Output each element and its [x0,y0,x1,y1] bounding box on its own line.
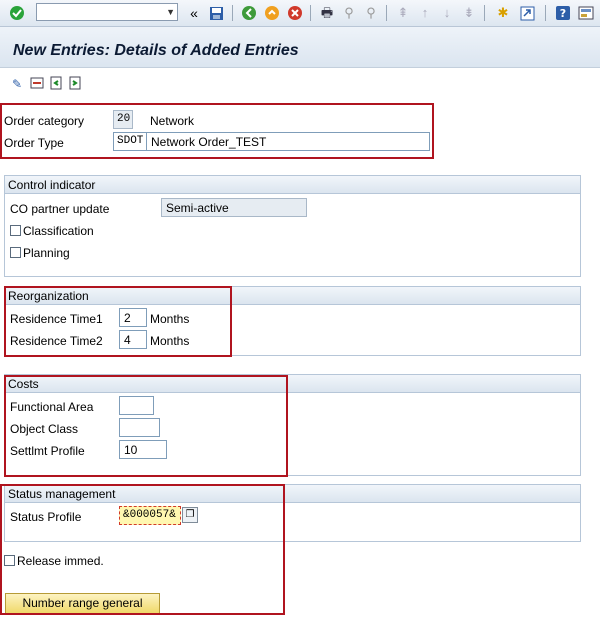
planning-checkbox[interactable] [10,247,21,258]
highlight-box-status [0,484,285,615]
next-page-icon[interactable]: ↓ [438,4,456,22]
prev-page-icon[interactable]: ↑ [416,4,434,22]
classification-checkbox[interactable] [10,225,21,236]
toolbar-separator [484,5,485,21]
svg-text:?: ? [560,7,566,20]
new-session-icon[interactable]: ✱ [494,4,512,22]
control-indicator-header: Control indicator [5,176,580,194]
previous-entry-icon[interactable] [48,76,64,92]
double-left-icon[interactable]: « [185,4,203,22]
control-indicator-title: Control indicator [8,178,96,192]
toolbar-separator [310,5,311,21]
find-icon[interactable]: ⚲ [340,4,358,22]
next-entry-icon[interactable] [67,76,83,92]
exit-icon[interactable] [263,4,281,22]
classification-label: Classification [23,224,94,238]
check-icon[interactable] [8,4,26,22]
command-field[interactable]: ▼ [36,3,178,21]
toolbar-separator [232,5,233,21]
find-next-icon[interactable]: ⚲ [362,4,380,22]
back-icon[interactable] [240,4,258,22]
co-partner-update-label: CO partner update [10,202,110,216]
co-partner-update-field[interactable]: Semi-active [161,198,307,217]
layout-icon[interactable] [577,4,595,22]
print-icon[interactable]: 🖶 [318,4,336,22]
change-display-icon[interactable]: ✎ [9,76,25,92]
delete-icon[interactable] [29,76,45,92]
help-icon[interactable]: ? [554,4,572,22]
save-icon[interactable] [207,4,225,22]
toolbar-separator [545,5,546,21]
last-page-icon[interactable]: ⇟ [460,4,478,22]
standard-toolbar: ▼ « 🖶 ⚲ ⚲ ⇞ ↑ ↓ ⇟ ✱ ? [0,0,600,27]
toolbar-separator [386,5,387,21]
title-bar: New Entries: Details of Added Entries [0,27,600,68]
chevron-down-icon[interactable]: ▼ [166,7,175,17]
cancel-icon[interactable] [286,4,304,22]
first-page-icon[interactable]: ⇞ [394,4,412,22]
application-toolbar [0,68,600,96]
shortcut-icon[interactable] [518,4,536,22]
highlight-box-header [0,103,434,159]
page-title: New Entries: Details of Added Entries [13,42,299,59]
planning-label: Planning [23,246,70,260]
highlight-box-reorganization [4,286,232,357]
highlight-box-costs [4,375,288,477]
